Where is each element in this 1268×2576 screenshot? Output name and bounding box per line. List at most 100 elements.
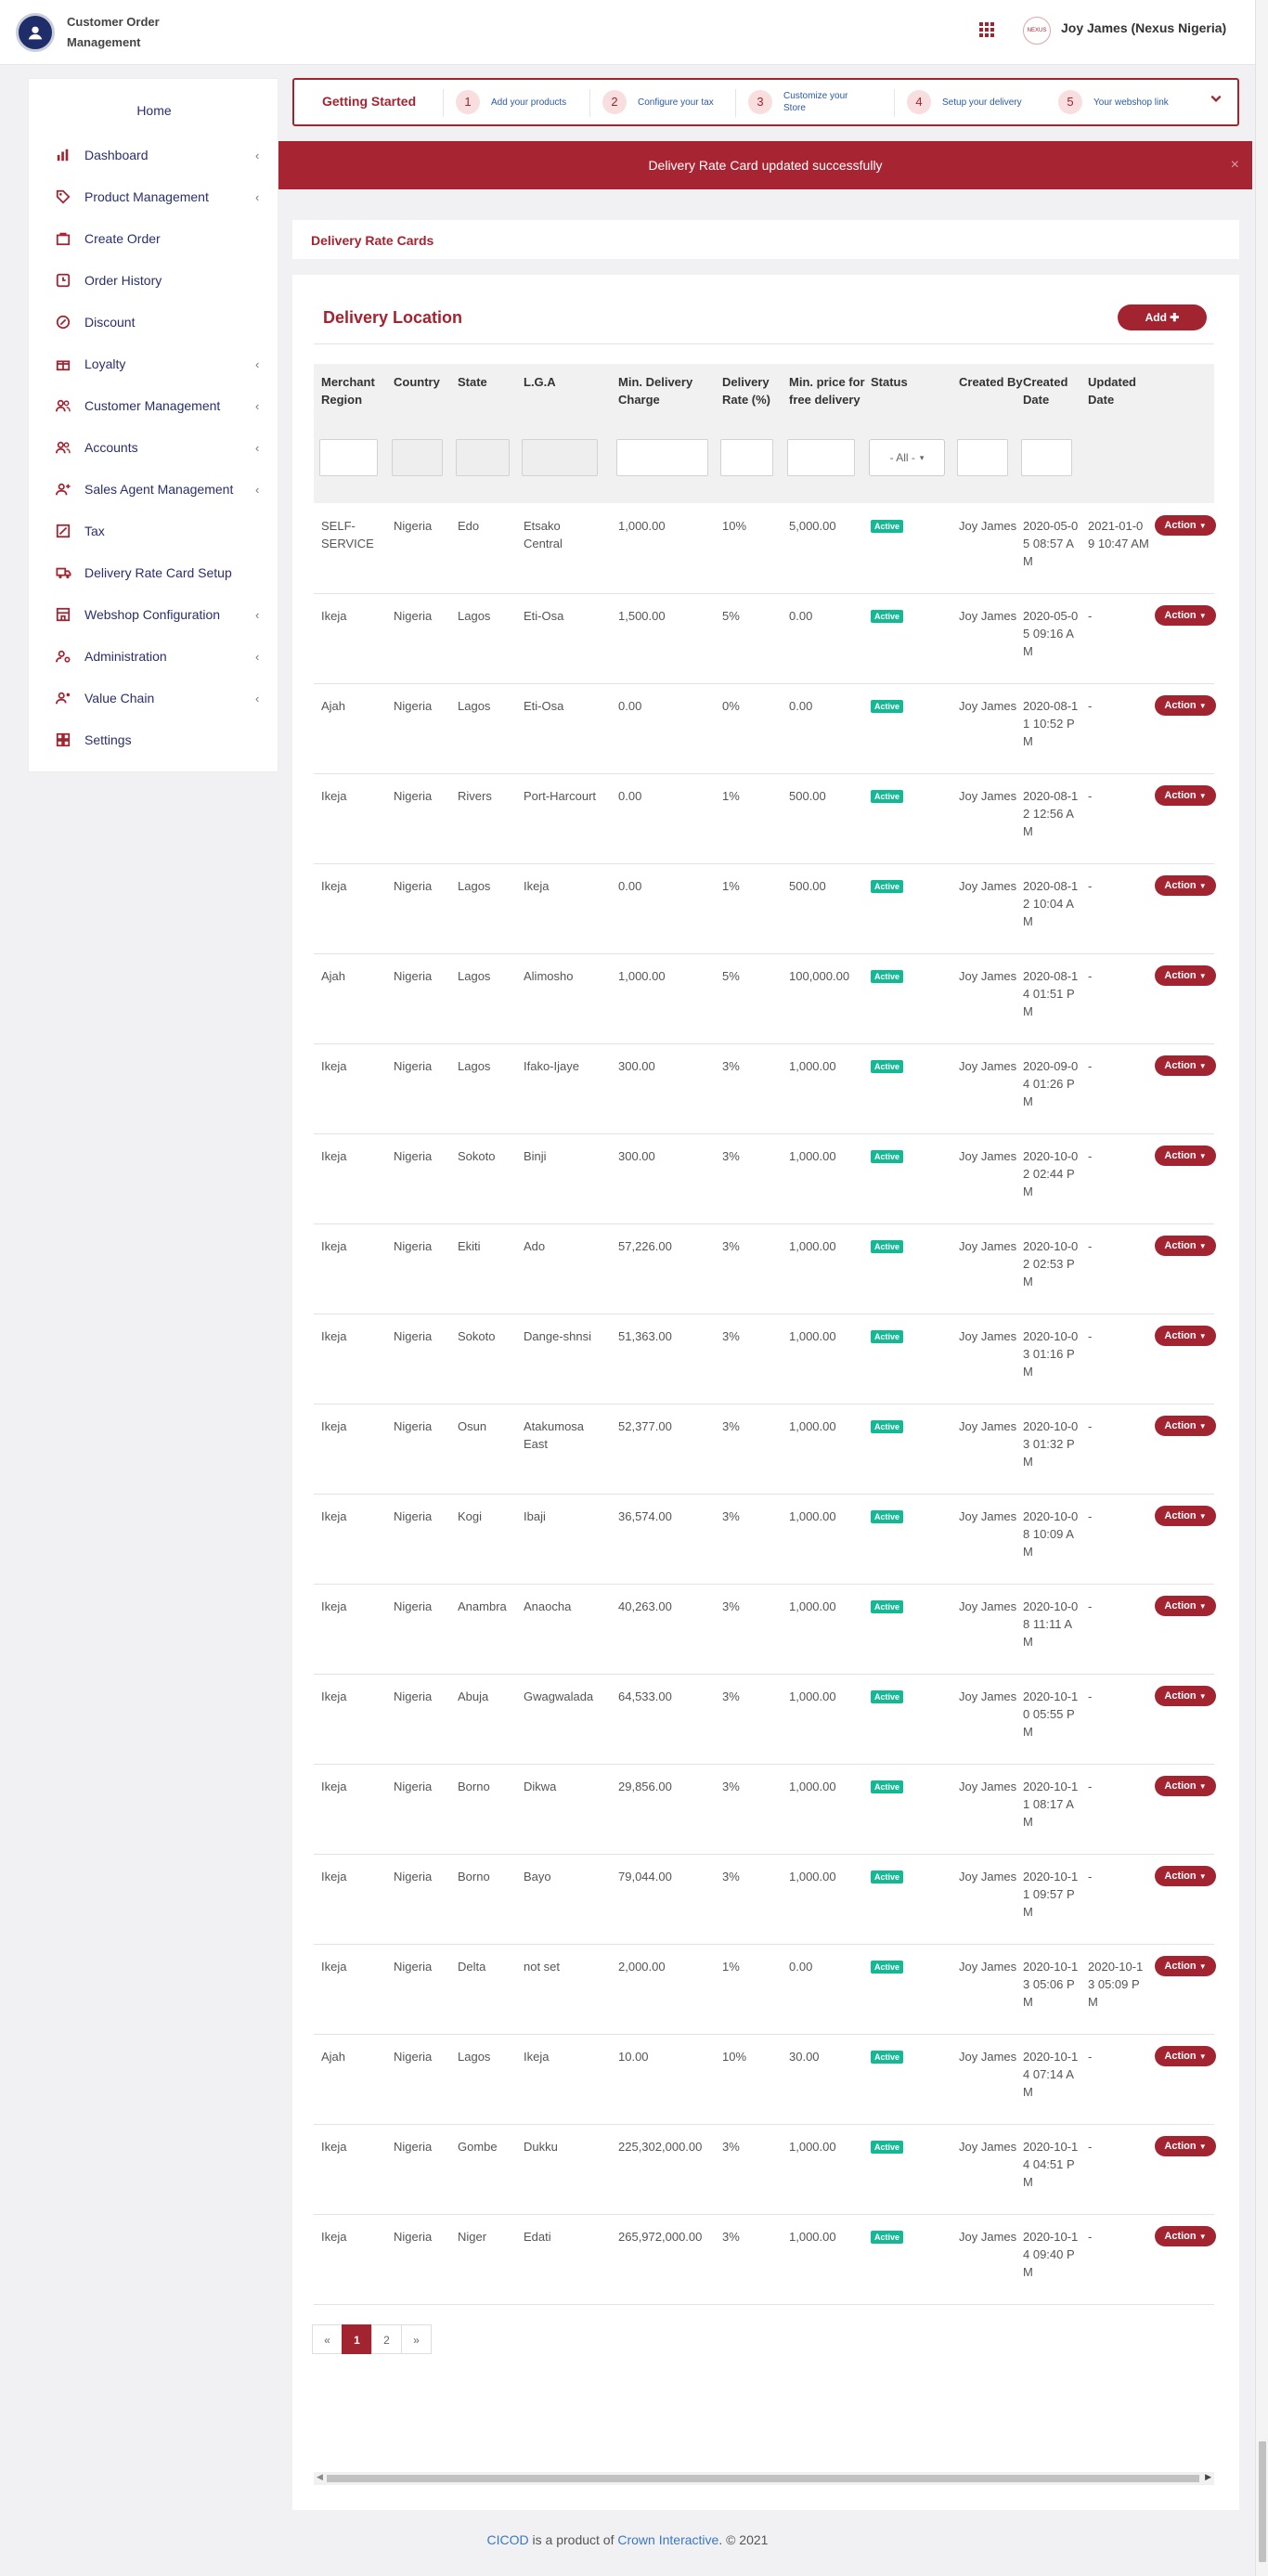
column-header[interactable]: Delivery Rate (%)	[722, 373, 783, 408]
column-header[interactable]: Created Date	[1023, 373, 1083, 408]
getting-started-step-5[interactable]: 5 Your webshop link	[1058, 90, 1205, 114]
column-header[interactable]: Merchant Region	[321, 373, 391, 408]
cell-min-charge: 52,377.00	[618, 1419, 672, 1433]
column-header[interactable]: Min. Delivery Charge	[618, 373, 720, 408]
getting-started-title[interactable]: Getting Started	[322, 94, 416, 109]
pagination-next[interactable]: »	[401, 2324, 432, 2354]
sidebar-item-order-history[interactable]: Order History	[29, 262, 279, 299]
column-header[interactable]: Min. price for free delivery	[789, 373, 868, 408]
column-header[interactable]: Updated Date	[1088, 373, 1153, 408]
cell-state: Osun	[458, 1419, 487, 1433]
cell-updated: -	[1088, 2050, 1093, 2064]
sidebar-item-settings[interactable]: Settings	[29, 721, 279, 758]
cell-updated: -	[1088, 1689, 1093, 1703]
close-icon[interactable]: ×	[1231, 141, 1239, 189]
action-button[interactable]: Action ▼	[1155, 1416, 1216, 1436]
horizontal-scrollbar-thumb[interactable]	[327, 2475, 1199, 2482]
action-button[interactable]: Action ▼	[1155, 2226, 1216, 2246]
action-button[interactable]: Action ▼	[1155, 1776, 1216, 1796]
action-button[interactable]: Action ▼	[1155, 605, 1216, 626]
column-header[interactable]: L.G.A	[524, 373, 602, 391]
step-divider	[443, 89, 444, 117]
table-row: Ajah Nigeria Lagos Eti-Osa 0.00 0% 0.00 Active J…	[314, 684, 1216, 774]
sidebar-item-create-order[interactable]: Create Order	[29, 220, 279, 257]
user-avatar[interactable]: NEXUS	[1023, 17, 1051, 45]
cell-min-charge: 29,856.00	[618, 1780, 672, 1793]
action-button[interactable]: Action ▼	[1155, 1236, 1216, 1256]
pagination-page-1[interactable]: 1	[342, 2324, 372, 2354]
sidebar-item-accounts[interactable]: Accounts ‹	[29, 429, 279, 466]
pagination-page-2[interactable]: 2	[371, 2324, 402, 2354]
user-name[interactable]: Joy James (Nexus Nigeria)	[1061, 20, 1226, 35]
page-scrollbar[interactable]	[1255, 0, 1268, 2576]
action-button[interactable]: Action ▼	[1155, 1596, 1216, 1616]
caret-down-icon: ▼	[1198, 1152, 1207, 1160]
action-button[interactable]: Action ▼	[1155, 2046, 1216, 2066]
action-button[interactable]: Action ▼	[1155, 1055, 1216, 1076]
action-button[interactable]: Action ▼	[1155, 515, 1216, 536]
app-logo[interactable]	[16, 13, 55, 52]
add-button-label: Add	[1145, 311, 1167, 324]
action-button[interactable]: Action ▼	[1155, 1866, 1216, 1886]
action-button[interactable]: Action ▼	[1155, 1956, 1216, 1976]
sidebar-item-value-chain[interactable]: Value Chain ‹	[29, 680, 279, 717]
chevron-down-icon[interactable]	[1210, 92, 1223, 110]
footer-company-link[interactable]: Crown Interactive	[617, 2532, 718, 2547]
column-header[interactable]: Country	[394, 373, 449, 391]
apps-grid-icon[interactable]	[977, 20, 997, 41]
sidebar-item-sales-agent-management[interactable]: Sales Agent Management ‹	[29, 471, 279, 508]
column-filter-input[interactable]	[957, 439, 1008, 476]
scroll-left-icon[interactable]: ◀	[317, 2472, 323, 2482]
horizontal-scrollbar[interactable]: ◀ ▶	[314, 2472, 1214, 2485]
table-row: Ikeja Nigeria Lagos Eti-Osa 1,500.00 5% 0.00 Ac…	[314, 594, 1216, 684]
status-filter-select[interactable]: - All - ▾	[869, 439, 945, 476]
pagination-prev[interactable]: «	[312, 2324, 343, 2354]
cell-updated: -	[1088, 1419, 1093, 1433]
action-button[interactable]: Action ▼	[1155, 2136, 1216, 2156]
getting-started-step-4[interactable]: 4 Setup your delivery	[907, 90, 1054, 114]
action-button[interactable]: Action ▼	[1155, 695, 1216, 716]
table-row: Ikeja Nigeria Sokoto Binji 300.00 3% 1,000.00 A…	[314, 1134, 1216, 1224]
add-button[interactable]: Add ✚	[1118, 304, 1207, 330]
sidebar-item-administration[interactable]: Administration ‹	[29, 638, 279, 675]
getting-started-step-1[interactable]: 1 Add your products	[456, 90, 602, 114]
sidebar-item-label: Loyalty	[84, 356, 126, 371]
column-filter-input[interactable]	[319, 439, 378, 476]
sidebar-home[interactable]: Home	[29, 103, 279, 118]
sidebar-item-loyalty[interactable]: Loyalty ‹	[29, 345, 279, 382]
cell-created: 2020-05-05 08:57 AM	[1023, 519, 1079, 568]
action-button[interactable]: Action ▼	[1155, 1506, 1216, 1526]
column-header[interactable]: Created By	[959, 373, 1024, 391]
getting-started-step-3[interactable]: 3 Customize your Store	[748, 90, 867, 114]
getting-started-step-2[interactable]: 2 Configure your tax	[602, 90, 749, 114]
action-button[interactable]: Action ▼	[1155, 965, 1216, 986]
cell-rate: 3%	[722, 1059, 740, 1073]
action-button[interactable]: Action ▼	[1155, 785, 1216, 806]
column-header[interactable]: State	[458, 373, 513, 391]
column-filter-input[interactable]	[720, 439, 773, 476]
action-button[interactable]: Action ▼	[1155, 1686, 1216, 1706]
action-button[interactable]: Action ▼	[1155, 875, 1216, 896]
sidebar-item-webshop-configuration[interactable]: Webshop Configuration ‹	[29, 596, 279, 633]
column-filter-input[interactable]	[616, 439, 708, 476]
sidebar-item-discount[interactable]: Discount	[29, 304, 279, 341]
cell-min-charge: 36,574.00	[618, 1509, 672, 1523]
shopping-bag-icon	[55, 230, 71, 247]
action-button[interactable]: Action ▼	[1155, 1146, 1216, 1166]
column-filter-input[interactable]	[1021, 439, 1072, 476]
column-header[interactable]: Status	[871, 373, 945, 391]
action-button[interactable]: Action ▼	[1155, 1326, 1216, 1346]
page-scrollbar-thumb[interactable]	[1259, 2441, 1266, 2562]
sidebar-item-delivery-rate-card-setup[interactable]: Delivery Rate Card Setup	[29, 554, 279, 591]
sidebar-item-tax[interactable]: Tax	[29, 512, 279, 550]
percent-box-icon	[55, 523, 71, 539]
footer-brand-link[interactable]: CICOD	[487, 2532, 529, 2547]
sidebar-item-customer-management[interactable]: Customer Management ‹	[29, 387, 279, 424]
cell-updated: -	[1088, 1780, 1093, 1793]
cell-created: 2020-10-08 10:09 AM	[1023, 1509, 1079, 1559]
cell-state: Rivers	[458, 789, 492, 803]
column-filter-input[interactable]	[787, 439, 855, 476]
sidebar-item-product-management[interactable]: Product Management ‹	[29, 178, 279, 215]
sidebar-item-dashboard[interactable]: Dashboard ‹	[29, 136, 279, 174]
scroll-right-icon[interactable]: ▶	[1205, 2472, 1211, 2482]
